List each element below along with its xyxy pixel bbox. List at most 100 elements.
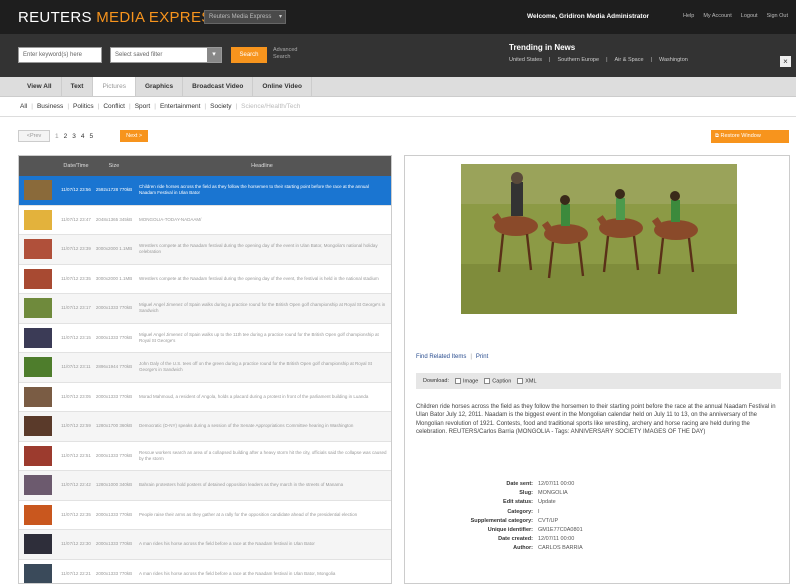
top-link[interactable]: Sign Out [767,13,788,19]
metadata-row: Unique identifier: GM1E77C0A0801 [416,527,781,536]
logo-main-text: REUTERS [18,9,92,26]
download-xml-option[interactable]: XML [517,377,537,384]
table-row[interactable]: 11/07/12 23:17 2000x1333 770kB Miguel Ange… [19,294,391,324]
prev-page-button[interactable]: <Prev [18,130,50,142]
headline-cell: People raise their arms as they gather a… [139,511,358,517]
download-bar: Download: Image Caption XML [416,373,781,389]
close-icon[interactable]: × [780,56,791,67]
thumbnail-image[interactable] [24,180,52,201]
thumbnail-cell [19,176,57,205]
download-caption-option[interactable]: Caption [484,377,511,384]
tab-graphics[interactable]: Graphics [136,77,184,96]
search-button[interactable]: Search [231,47,267,63]
advanced-search-link[interactable]: Advanced Search [273,47,297,61]
top-link[interactable]: Help [683,13,694,19]
metadata-key: Unique identifier: [487,526,533,533]
page-number[interactable]: 2 [64,133,68,140]
restore-window-button[interactable]: ⧉ Restore Window [711,130,789,143]
find-related-link[interactable]: Find Related Items [416,354,466,360]
table-row[interactable]: 11/07/12 23:05 2000x1333 770kB Morad Mahmo… [19,383,391,412]
thumbnail-cell [19,235,57,264]
thumbnail-image[interactable] [24,445,52,466]
size-cell: 1280x1700 360kB [95,423,133,429]
category-entertainment[interactable]: Entertainment [160,103,200,110]
thumbnail-image[interactable] [24,327,52,348]
headline-column-header[interactable]: Headline [133,156,391,176]
selected-photo[interactable] [461,164,737,314]
metadata-row: Date created: 12/07/11 00:00 [416,536,781,545]
thumbnail-image[interactable] [24,475,52,496]
size-column-header[interactable]: Size [95,156,133,176]
page-number[interactable]: 1 [55,133,59,140]
page-number[interactable]: 4 [81,133,85,140]
headline-cell: Rescue workers search an area of a colla… [139,449,387,461]
product-select[interactable]: Reuters Media Express ▾ [204,10,286,24]
tab-broadcast-video[interactable]: Broadcast Video [183,77,254,96]
next-page-button[interactable]: Next > [120,130,149,142]
category-society[interactable]: Society [210,103,231,110]
thumbnail-image[interactable] [24,416,52,437]
metadata-key: Category: [507,508,533,515]
table-row[interactable]: 11/07/12 22:59 1280x1700 360kB Democratic … [19,412,391,442]
top-link[interactable]: My Account [703,13,731,19]
thumbnail-image[interactable] [24,534,52,555]
download-image-option[interactable]: Image [455,377,478,384]
tab-online-video[interactable]: Online Video [253,77,312,96]
table-row[interactable]: 11/07/12 23:56 2592x1728 770kB Children ri… [19,176,391,206]
thumbnail-image[interactable] [24,209,52,230]
table-row[interactable]: 11/07/12 23:35 3000x2000 1.1MB Wrestlers c… [19,265,391,294]
restore-window-label: Restore Window [720,133,761,139]
date-cell: 11/07/12 22:51 [61,452,91,458]
metadata-key: Date sent: [506,481,533,487]
thumbnail-image[interactable] [24,504,52,525]
tab-view-all[interactable]: View All [18,77,62,96]
thumbnail-image[interactable] [24,239,52,260]
trending-item[interactable]: United States [509,57,542,63]
thumbnail-image[interactable] [24,298,52,319]
table-row[interactable]: 11/07/12 22:30 2000x1333 770kB A man rides… [19,530,391,560]
table-row[interactable]: 11/07/12 23:11 2896x1944 770kB John Daly o… [19,353,391,383]
page-number[interactable]: 5 [90,133,94,140]
checkbox-icon[interactable] [517,377,524,384]
keyword-search-input[interactable]: Enter keyword(s) here [18,47,102,63]
metadata-key: Edit status: [503,499,533,506]
date-cell: 11/07/12 23:11 [61,364,91,370]
tab-text[interactable]: Text [62,77,94,96]
category-sport[interactable]: Sport [135,103,151,110]
top-link[interactable]: Logout [741,13,758,19]
logo[interactable]: REUTERS MEDIA EXPRESS [18,9,222,26]
tab-pictures[interactable]: Pictures [93,77,136,96]
category-business[interactable]: Business [37,103,63,110]
category-conflict[interactable]: Conflict [103,103,125,110]
table-row[interactable]: 11/07/12 22:42 1280x1000 340kB Bahrain pro… [19,471,391,501]
thumbnail-cell [19,294,57,323]
category-politics[interactable]: Politics [73,103,94,110]
table-row[interactable]: 11/07/12 22:21 2000x1333 770kB A man rides… [19,560,391,583]
category-all[interactable]: All [20,103,27,110]
thumbnail-image[interactable] [24,563,52,583]
print-link[interactable]: Print [476,354,488,360]
date-cell: 11/07/12 23:05 [61,393,91,399]
metadata-row: Category: I [416,509,781,518]
size-cell: 3000x2000 1.1MB [95,246,133,252]
thumbnail-image[interactable] [24,386,52,407]
date-cell: 11/07/12 22:30 [61,541,91,547]
checkbox-icon[interactable] [455,377,461,384]
thumbnail-image[interactable] [24,268,52,289]
saved-filter-select[interactable]: Select saved filter ▾ [110,47,222,63]
size-cell: 2000x1333 770kB [95,305,133,311]
table-row[interactable]: 11/07/12 22:51 2000x1333 770kB Rescue work… [19,442,391,471]
table-row[interactable]: 11/07/12 23:47 2048x1365 345kB MONGOLIA-TO… [19,206,391,235]
table-row[interactable]: 11/07/12 22:35 2000x1333 770kB People rais… [19,501,391,530]
date-column-header[interactable]: Date/Time [57,156,95,176]
chevron-down-icon: ▾ [278,14,282,20]
page-number[interactable]: 3 [72,133,76,140]
trending-item[interactable]: Southern Europe [557,57,599,63]
category-science[interactable]: Science/Health/Tech [241,103,300,110]
trending-item[interactable]: Washington [659,57,688,63]
thumbnail-image[interactable] [24,357,52,378]
table-row[interactable]: 11/07/12 23:15 2000x1333 770kB Miguel Ange… [19,324,391,353]
checkbox-icon[interactable] [484,377,491,384]
table-row[interactable]: 11/07/12 23:39 3000x2000 1.1MB Wrestlers c… [19,235,391,265]
trending-item[interactable]: Air & Space [615,57,644,63]
